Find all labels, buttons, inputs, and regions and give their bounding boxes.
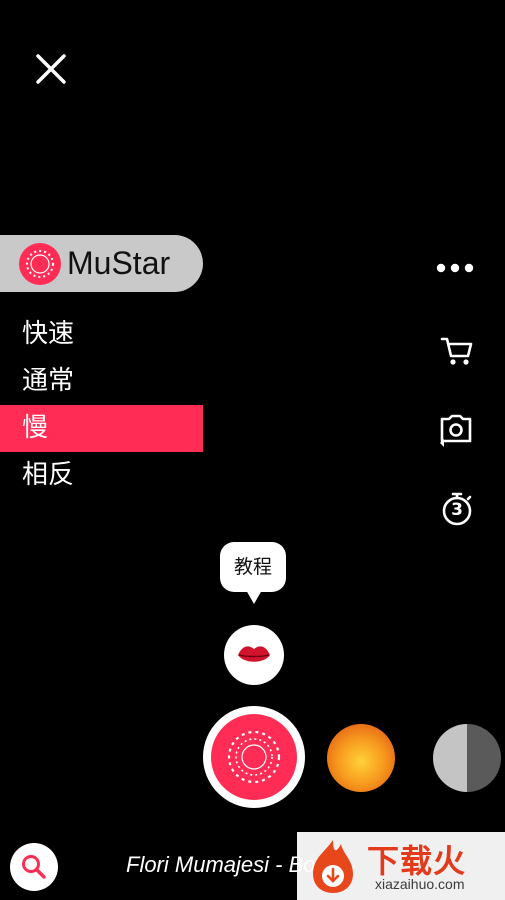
app-badge: MuStar — [0, 235, 203, 292]
record-button-inner — [211, 714, 297, 800]
speed-option-normal[interactable]: 通常 — [0, 358, 203, 405]
timer-button[interactable]: 3 — [437, 489, 477, 529]
mono-filter-button[interactable] — [433, 724, 501, 792]
close-icon — [36, 54, 66, 84]
orange-filter-button[interactable] — [327, 724, 395, 792]
speed-option-slow[interactable]: 慢 — [0, 405, 203, 452]
speed-option-reverse[interactable]: 相反 — [0, 452, 203, 499]
close-button[interactable] — [30, 48, 72, 90]
app-name: MuStar — [67, 245, 171, 281]
flame-logo-icon — [313, 840, 353, 893]
search-icon — [22, 855, 46, 879]
flip-camera-icon — [440, 414, 472, 447]
watermark-url: xiazaihuo.com — [375, 876, 465, 892]
cart-icon — [440, 337, 473, 365]
timer-value: 3 — [451, 500, 463, 520]
speed-option-fast[interactable]: 快速 — [0, 311, 203, 358]
app-logo-icon — [19, 242, 61, 285]
lips-effect-button[interactable] — [224, 625, 284, 685]
cart-button[interactable] — [437, 330, 477, 370]
more-dots-icon — [436, 263, 474, 273]
search-button[interactable] — [10, 843, 58, 891]
tutorial-tooltip-tail — [246, 590, 262, 604]
song-title[interactable]: Flori Mumajesi - Bo — [126, 852, 315, 878]
more-button[interactable] — [435, 254, 475, 282]
flip-camera-button[interactable] — [436, 409, 476, 449]
lips-icon — [238, 646, 270, 662]
record-button[interactable] — [203, 706, 305, 808]
tutorial-tooltip: 教程 — [220, 542, 286, 592]
app-logo-icon — [227, 730, 281, 784]
watermark: 下载火 xiazaihuo.com — [297, 832, 505, 900]
